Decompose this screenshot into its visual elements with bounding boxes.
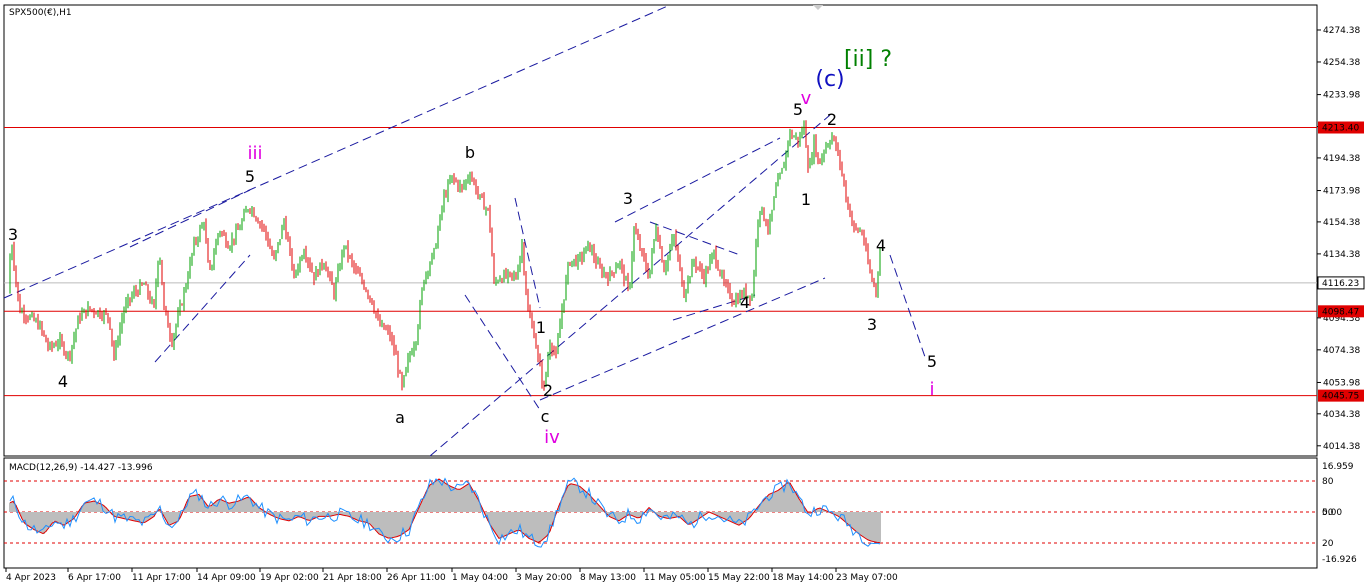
x-tick-label: 19 Apr 02:00 — [260, 573, 319, 583]
wave-label: 3 — [867, 315, 877, 334]
price-axis: 4274.384254.384233.984213.984194.384173.… — [1317, 26, 1360, 452]
wave-label: 1 — [801, 190, 811, 209]
x-tick-label: 14 Apr 09:00 — [197, 573, 256, 583]
x-tick-label: 1 May 04:00 — [452, 573, 508, 583]
x-tick-label: 21 Apr 18:00 — [323, 573, 382, 583]
wave-label: 3 — [8, 225, 18, 244]
y-tick-label: 4194.38 — [1323, 154, 1360, 164]
wave-label: 2 — [543, 381, 553, 400]
y-tick-label: 4014.38 — [1323, 442, 1360, 452]
wave-label: iv — [544, 427, 560, 448]
wave-label: 5 — [245, 167, 255, 186]
wave-label: 3 — [623, 189, 633, 208]
y-tick-label: 4154.38 — [1323, 218, 1360, 228]
x-tick-label: 15 May 22:00 — [708, 573, 770, 583]
x-tick-label: 23 May 07:00 — [836, 573, 898, 583]
x-tick-label: 18 May 14:00 — [772, 573, 834, 583]
y-tick-label: 4274.38 — [1323, 26, 1360, 36]
y-tick-label: 4233.98 — [1323, 91, 1360, 101]
y-tick-label: 4034.38 — [1323, 410, 1360, 420]
wave-label: a — [395, 408, 405, 427]
chart-title: SPX500(€),H1 — [9, 8, 72, 18]
wave-label: v — [801, 88, 812, 109]
wave-label: 4 — [58, 372, 68, 391]
wave-label: 4 — [740, 293, 750, 312]
macd-tick-label: -16.926 — [1322, 555, 1357, 565]
current-price-label: 4116.23 — [1322, 279, 1359, 289]
wave-label: 4 — [876, 236, 886, 255]
level-tag-label: 4045.75 — [1322, 392, 1359, 402]
macd-tick-label: 80 — [1322, 477, 1334, 487]
level-tag-label: 4098.47 — [1322, 307, 1359, 317]
macd-title: MACD(12,26,9) -14.427 -13.996 — [9, 463, 153, 473]
y-tick-label: 4053.98 — [1323, 378, 1360, 388]
x-tick-label: 26 Apr 11:00 — [387, 573, 446, 583]
main-chart-frame — [3, 4, 1318, 457]
wave-label: b — [465, 143, 475, 162]
macd-tick-label: 50 — [1322, 508, 1334, 518]
macd-axis: 16.9590.00-16.926802050 — [1322, 462, 1357, 565]
x-tick-label: 11 May 05:00 — [644, 573, 706, 583]
time-axis: 4 Apr 2023 6 Apr 17:00 11 Apr 17:00 14 Apr … — [5, 568, 898, 583]
wave-label: 1 — [536, 318, 546, 337]
x-tick-label: 4 Apr 2023 — [6, 573, 56, 583]
macd-tick-label: 20 — [1322, 539, 1334, 549]
wave-label: 2 — [827, 110, 837, 129]
x-tick-label: 11 Apr 17:00 — [132, 573, 191, 583]
y-tick-label: 4074.38 — [1323, 346, 1360, 356]
wave-label: (c) — [815, 67, 844, 92]
chart-canvas: SPX500(€),H1 MACD(12,26,9) -14.427 -13.9… — [3, 4, 1365, 583]
y-tick-label: 4134.38 — [1323, 250, 1360, 260]
wave-label: c — [541, 407, 550, 426]
macd-tick-label: 16.959 — [1322, 462, 1354, 472]
wave-label: [ii] ? — [844, 47, 892, 72]
y-tick-label: 4254.38 — [1323, 58, 1360, 68]
x-tick-label: 3 May 20:00 — [516, 573, 572, 583]
wave-label: i — [929, 379, 934, 400]
wave-label: 5 — [927, 352, 937, 371]
x-tick-label: 6 Apr 17:00 — [68, 573, 121, 583]
level-tag-label: 4213.40 — [1322, 124, 1359, 134]
y-tick-label: 4173.98 — [1323, 187, 1360, 197]
wave-label: iii — [247, 143, 262, 164]
x-tick-label: 8 May 13:00 — [580, 573, 636, 583]
